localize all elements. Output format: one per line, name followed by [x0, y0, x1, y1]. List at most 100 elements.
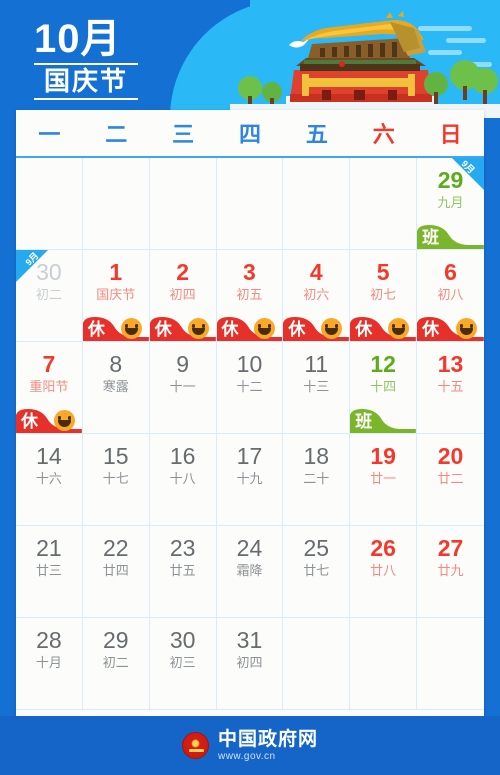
day-number: 21 — [36, 535, 62, 561]
day-number: 26 — [370, 535, 396, 561]
calendar-day-cell[interactable]: 10 十二 — [216, 342, 284, 434]
calendar-day-cell[interactable]: 11 十三 — [283, 342, 351, 434]
day-lunar-label: 廿三 — [35, 563, 62, 578]
weekday-header-1: 二 — [105, 122, 128, 147]
calendar-day-cell[interactable]: 15 十七 — [82, 434, 150, 526]
day-lunar-label: 九月 — [437, 195, 464, 210]
calendar-card: 一二三四五六日 29 九月 9月班 30 初二 9月 1 国庆节休 2 初四休 3 初五休 4 初六休 5 初… — [16, 110, 484, 716]
day-lunar-label: 初五 — [236, 287, 263, 302]
day-lunar-label: 廿二 — [437, 471, 464, 486]
work-day-badge: 班 — [417, 219, 484, 249]
day-number: 22 — [102, 535, 129, 561]
page-header: 10月 国庆节 — [0, 0, 500, 118]
calendar-day-cell[interactable]: 5 初七休 — [350, 250, 418, 342]
day-lunar-label: 十一 — [169, 379, 196, 394]
day-number: 27 — [437, 535, 464, 561]
calendar-cell-empty — [417, 618, 484, 710]
day-number: 3 — [243, 259, 256, 285]
day-lunar-label: 十九 — [236, 471, 263, 486]
calendar-day-cell[interactable]: 31 初四 — [216, 618, 284, 710]
calendar-day-cell[interactable]: 25 廿七 — [283, 526, 351, 618]
calendar-day-cell[interactable]: 12 十四班 — [350, 342, 418, 434]
calendar-day-cell[interactable]: 6 初八休 — [417, 250, 484, 342]
calendar-day-cell[interactable]: 14 十六 — [16, 434, 83, 526]
day-lunar-label: 初四 — [169, 287, 196, 302]
national-emblem-icon: ★ — [181, 732, 209, 759]
calendar-cell-empty — [350, 158, 418, 250]
calendar-day-cell[interactable]: 30 初三 — [149, 618, 217, 710]
calendar-day-cell[interactable]: 21 廿三 — [16, 526, 83, 618]
day-number: 30 — [169, 627, 196, 653]
calendar-day-cell[interactable]: 23 廿五 — [149, 526, 217, 618]
day-lunar-label: 寒露 — [102, 379, 129, 394]
day-lunar-label: 廿五 — [169, 563, 196, 578]
day-number: 19 — [370, 443, 396, 469]
cloud-icon — [446, 38, 486, 43]
day-number: 29 — [102, 627, 129, 653]
day-number: 11 — [304, 351, 329, 377]
calendar-day-cell[interactable]: 28 十月 — [16, 618, 83, 710]
tiananmen-gate-icon — [286, 11, 436, 118]
day-number: 8 — [109, 351, 123, 377]
day-lunar-label: 初七 — [370, 287, 397, 302]
calendar-day-cell[interactable]: 18 二十 — [283, 434, 351, 526]
rest-day-badge: 休 — [417, 311, 484, 341]
rest-day-badge: 休 — [216, 311, 283, 341]
day-lunar-label: 十七 — [102, 471, 129, 486]
calendar-day-cell[interactable]: 26 廿八 — [350, 526, 418, 618]
calendar-day-cell[interactable]: 16 十八 — [149, 434, 217, 526]
calendar-day-cell[interactable]: 9 十一 — [149, 342, 217, 434]
smiley-face-icon — [53, 410, 75, 431]
calendar-cell-empty — [216, 158, 284, 250]
day-number: 7 — [42, 351, 56, 377]
calendar-day-cell[interactable]: 27 廿九 — [417, 526, 484, 618]
weekday-header-3: 四 — [239, 122, 262, 147]
work-day-badge: 班 — [350, 403, 417, 433]
rest-day-badge: 休 — [283, 311, 350, 341]
calendar-cell-empty — [283, 618, 351, 710]
calendar-day-cell[interactable]: 20 廿二 — [417, 434, 484, 526]
day-lunar-label: 十五 — [437, 379, 464, 394]
day-number: 28 — [36, 627, 62, 653]
calendar-day-cell[interactable]: 3 初五休 — [216, 250, 284, 342]
day-lunar-label: 国庆节 — [96, 287, 136, 302]
site-name: 中国政府网 — [217, 728, 318, 750]
badge-label: 休 — [288, 320, 306, 339]
day-number: 31 — [236, 627, 263, 653]
calendar-day-cell[interactable]: 29 九月 9月班 — [417, 158, 484, 250]
rest-day-badge: 休 — [16, 403, 82, 433]
day-lunar-label: 初六 — [303, 287, 330, 302]
calendar-day-cell[interactable]: 17 十九 — [216, 434, 284, 526]
day-number: 6 — [444, 259, 457, 285]
calendar-day-cell[interactable]: 1 国庆节休 — [82, 250, 150, 342]
badge-label: 班 — [355, 412, 373, 431]
day-number: 13 — [437, 351, 464, 377]
weekday-header-4: 五 — [305, 122, 328, 147]
calendar-day-cell[interactable]: 2 初四休 — [149, 250, 217, 342]
badge-label: 休 — [154, 320, 172, 339]
calendar-cell-empty — [82, 158, 150, 250]
day-number: 25 — [303, 535, 330, 561]
calendar-day-cell[interactable]: 4 初六休 — [283, 250, 351, 342]
calendar-day-cell[interactable]: 19 廿一 — [350, 434, 418, 526]
calendar-cell-empty — [16, 158, 83, 250]
day-lunar-label: 廿四 — [102, 563, 129, 578]
day-lunar-label: 重阳节 — [29, 379, 69, 394]
calendar-day-cell[interactable]: 30 初二 9月 — [16, 250, 83, 342]
calendar-day-cell[interactable]: 8 寒露 — [82, 342, 150, 434]
day-lunar-label: 廿八 — [370, 563, 397, 578]
day-lunar-label: 十八 — [169, 471, 196, 486]
calendar-day-cell[interactable]: 7 重阳节休 — [16, 342, 83, 434]
calendar-day-cell[interactable]: 13 十五 — [417, 342, 484, 434]
calendar-cell-empty — [149, 158, 217, 250]
calendar-day-cell[interactable]: 24 霜降 — [216, 526, 284, 618]
day-lunar-label: 十三 — [303, 379, 330, 394]
badge-label: 休 — [87, 320, 105, 339]
badge-label: 休 — [21, 412, 38, 431]
calendar-day-cell[interactable]: 22 廿四 — [82, 526, 150, 618]
day-lunar-label: 十月 — [35, 655, 62, 670]
rest-day-badge: 休 — [149, 311, 216, 341]
rest-day-badge: 休 — [82, 311, 149, 341]
day-number: 16 — [169, 443, 196, 469]
calendar-day-cell[interactable]: 29 初二 — [82, 618, 150, 710]
